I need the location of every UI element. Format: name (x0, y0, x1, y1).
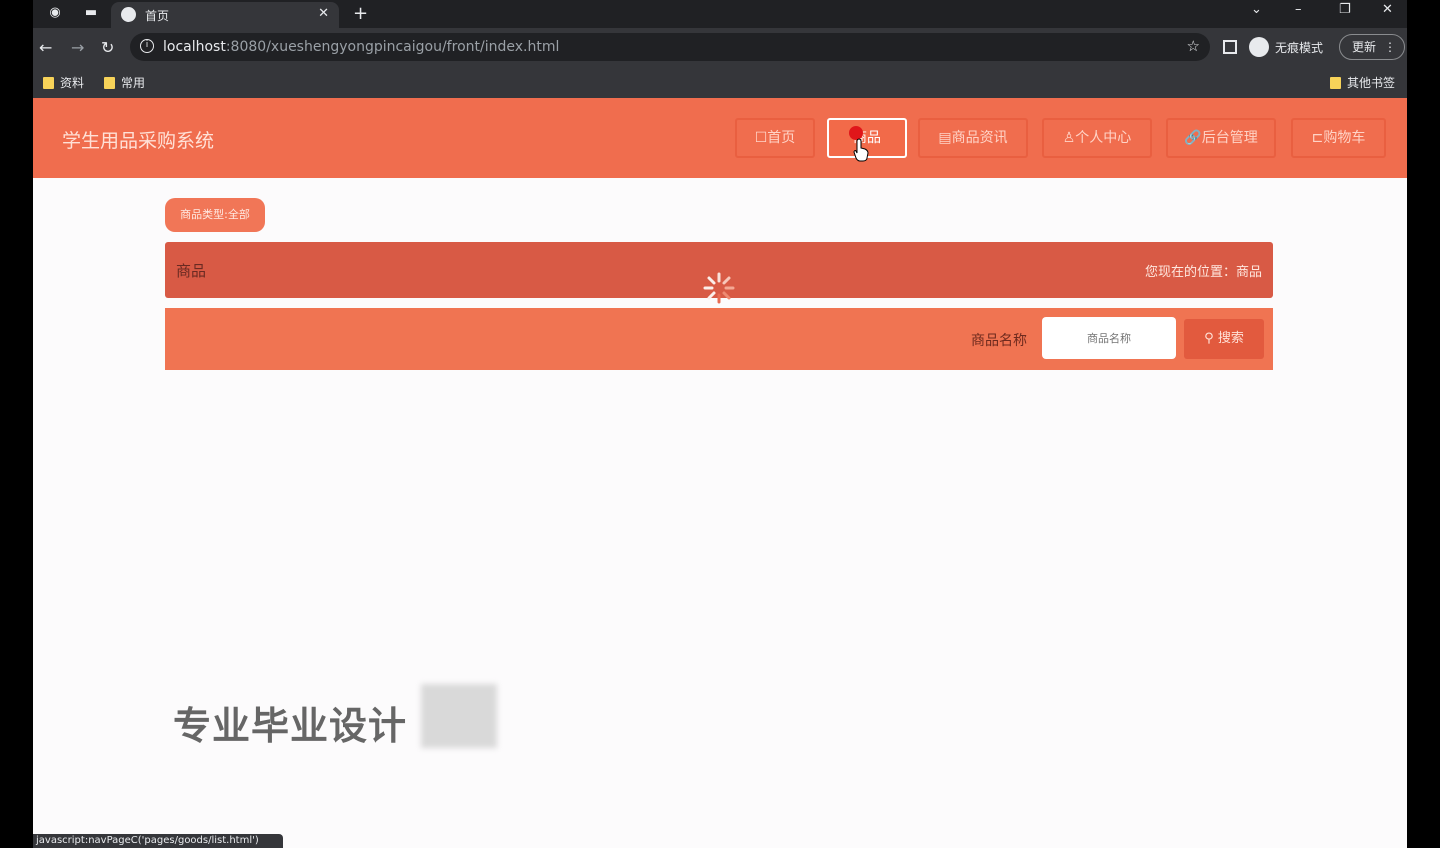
section-title: 商品 (176, 262, 207, 280)
incognito-icon (1249, 37, 1269, 57)
tab-list-chevron-icon[interactable]: ⌄ (1251, 2, 1262, 17)
other-bookmarks[interactable]: 其他书签 (1330, 74, 1395, 91)
loading-spinner-icon (703, 272, 735, 304)
globe-icon (121, 7, 136, 22)
web-page: 学生用品采购系统 ☐首页 商品 ▤商品资讯 ♙个人中心 🔗后台管理 ⊏购物车 商… (33, 98, 1407, 848)
news-icon: ▤ (938, 130, 952, 146)
user-icon: ♙ (1062, 130, 1076, 146)
bookmark-folder-changyong[interactable]: 常用 (104, 74, 145, 91)
bookmark-folder-ziliao[interactable]: 资料 (43, 74, 84, 91)
other-bookmarks-label: 其他书签 (1347, 76, 1396, 90)
search-input[interactable] (1042, 317, 1176, 359)
window-close-icon[interactable]: ✕ (1382, 2, 1393, 17)
reload-icon[interactable]: ↻ (101, 38, 114, 57)
search-icon: ⚲ (1204, 331, 1214, 346)
site-info-icon[interactable]: i (140, 39, 154, 53)
nav-cart[interactable]: ⊏购物车 (1291, 118, 1386, 158)
nav-news[interactable]: ▤商品资讯 (918, 118, 1028, 158)
tab-title: 首页 (145, 9, 170, 23)
tab-search-icon[interactable]: ▬ (83, 5, 99, 21)
back-arrow-icon[interactable]: ← (39, 38, 52, 57)
site-header: 学生用品采购系统 ☐首页 商品 ▤商品资讯 ♙个人中心 🔗后台管理 ⊏购物车 (33, 98, 1407, 178)
watermark-text: 专业毕业设计 (173, 704, 408, 748)
browser-chrome: ◉ ▬ 首页 ✕ + ⌄ – ❐ ✕ ← → ↻ i localhost:808… (33, 0, 1407, 98)
nav-label: 首页 (767, 130, 796, 146)
incognito-label: 无痕模式 (1275, 40, 1324, 55)
address-bar[interactable]: i localhost:8080/xueshengyongpincaigou/f… (130, 33, 1210, 61)
search-button-label: 搜索 (1217, 331, 1244, 346)
bookmark-label: 常用 (121, 76, 146, 90)
nav-label: 商品资讯 (951, 130, 1008, 146)
update-button[interactable]: 更新 ⋮ (1339, 34, 1405, 60)
link-icon: 🔗 (1184, 130, 1202, 146)
cart-icon: ⊏ (1311, 130, 1324, 146)
search-label: 商品名称 (971, 333, 1027, 349)
close-icon[interactable]: ✕ (318, 6, 329, 21)
update-label: 更新 (1352, 40, 1377, 54)
side-panel-icon[interactable] (1223, 40, 1237, 54)
nav-label: 购物车 (1323, 130, 1366, 146)
filter-goods-type[interactable]: 商品类型:全部 (165, 198, 265, 232)
forward-arrow-icon[interactable]: → (71, 38, 84, 57)
folder-icon (104, 76, 115, 89)
nav-label: 后台管理 (1201, 130, 1258, 146)
browser-globe-icon[interactable]: ◉ (47, 5, 63, 21)
tab-strip: ◉ ▬ 首页 ✕ + ⌄ – ❐ ✕ (33, 0, 1407, 28)
home-icon: ☐ (754, 130, 768, 146)
blurred-region (421, 684, 497, 748)
url-text: localhost:8080/xueshengyongpincaigou/fro… (163, 39, 559, 55)
nav-admin[interactable]: 🔗后台管理 (1166, 118, 1276, 158)
incognito-indicator[interactable]: 无痕模式 (1249, 36, 1323, 58)
bookmarks-bar: 资料 常用 其他书签 (33, 66, 1407, 98)
bookmark-label: 资料 (60, 76, 85, 90)
new-tab-button[interactable]: + (353, 3, 368, 24)
bookmark-star-icon[interactable]: ☆ (1187, 37, 1200, 55)
screen: ◉ ▬ 首页 ✕ + ⌄ – ❐ ✕ ← → ↻ i localhost:808… (0, 0, 1440, 848)
browser-toolbar: ← → ↻ i localhost:8080/xueshengyongpinca… (33, 28, 1407, 66)
folder-icon (1330, 76, 1341, 89)
minimize-icon[interactable]: – (1295, 2, 1302, 17)
nav-label: 个人中心 (1075, 130, 1132, 146)
nav-profile[interactable]: ♙个人中心 (1042, 118, 1152, 158)
browser-tab[interactable]: 首页 ✕ (111, 2, 339, 28)
folder-icon (43, 76, 54, 89)
url-host: localhost (163, 39, 226, 55)
hand-cursor-icon (853, 138, 869, 162)
search-button[interactable]: ⚲ 搜索 (1184, 319, 1264, 359)
nav-home[interactable]: ☐首页 (735, 118, 815, 158)
restore-icon[interactable]: ❐ (1339, 2, 1351, 17)
site-brand: 学生用品采购系统 (62, 130, 215, 152)
kebab-menu-icon[interactable]: ⋮ (1384, 35, 1396, 59)
url-path: :8080/xueshengyongpincaigou/front/index.… (225, 39, 560, 55)
current-location: 您现在的位置：商品 (1144, 265, 1262, 280)
status-bar-url: javascript:navPageC('pages/goods/list.ht… (33, 834, 283, 848)
search-bar: 商品名称 ⚲ 搜索 (165, 308, 1273, 370)
